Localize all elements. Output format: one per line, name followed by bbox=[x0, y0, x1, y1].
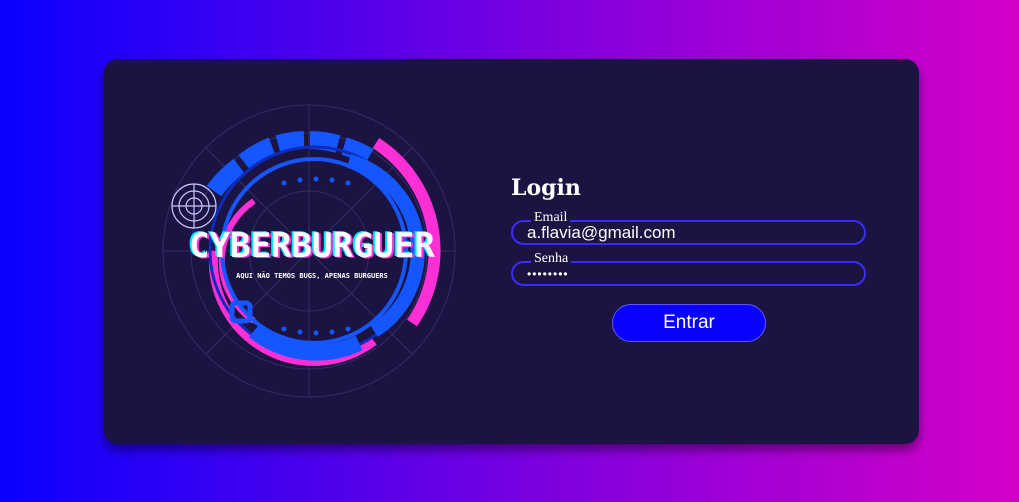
password-field: Senha bbox=[511, 252, 866, 286]
logo-brand-text: CYBERBURGUER bbox=[189, 226, 435, 266]
email-field: Email bbox=[511, 211, 866, 245]
logo-graphic: CYBERBURGUER CYBERBURGUER CYBERBURGUER A… bbox=[162, 104, 456, 398]
enter-button[interactable]: Entrar bbox=[612, 304, 766, 342]
cyberburguer-logo: CYBERBURGUER CYBERBURGUER CYBERBURGUER A… bbox=[144, 91, 474, 411]
login-card: CYBERBURGUER CYBERBURGUER CYBERBURGUER A… bbox=[104, 59, 919, 444]
password-input[interactable] bbox=[527, 263, 847, 284]
login-title: Login bbox=[511, 175, 581, 201]
logo-tagline: AQUI NÃO TEMOS BUGS, APENAS BURGUERS bbox=[236, 271, 388, 280]
email-input[interactable] bbox=[527, 222, 847, 243]
